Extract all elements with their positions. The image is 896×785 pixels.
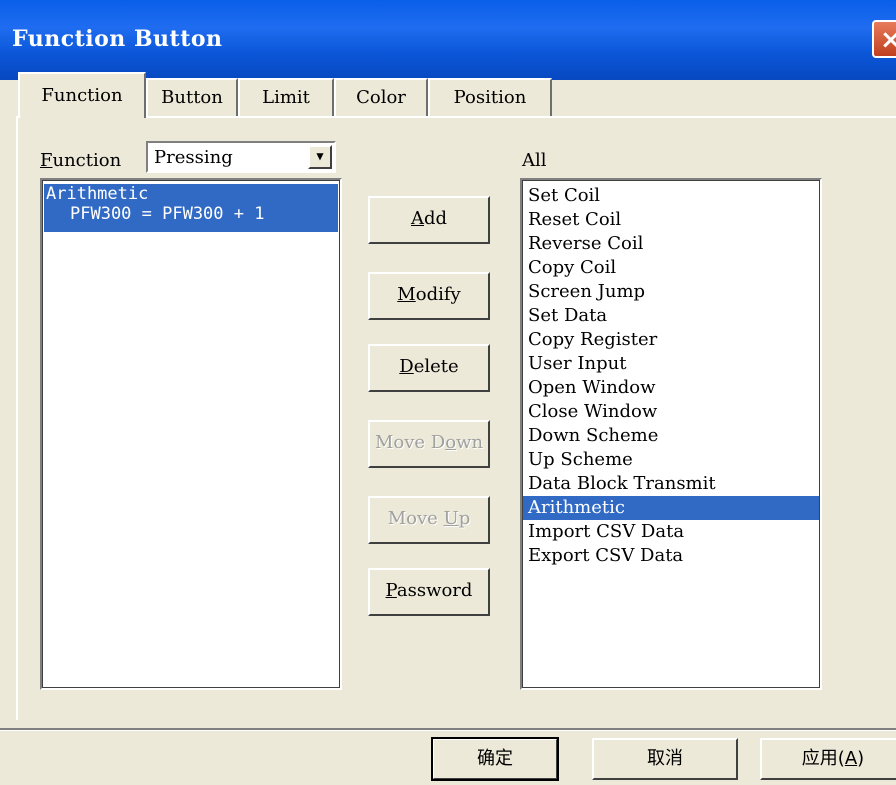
move-up-button[interactable]: Move Up — [368, 496, 490, 544]
move-down-button[interactable]: Move Down — [368, 420, 490, 468]
function-select[interactable]: Pressing ▼ — [146, 141, 336, 173]
all-functions-list[interactable]: Set Coil Reset Coil Reverse Coil Copy Coil S… — [520, 178, 822, 690]
all-list-item[interactable]: Down Scheme — [522, 424, 820, 448]
all-list-item[interactable]: Set Data — [522, 304, 820, 328]
all-list-item[interactable]: Copy Coil — [522, 256, 820, 280]
all-list-item[interactable]: Arithmetic — [522, 496, 820, 520]
function-list-item[interactable]: Arithmetic PFW300 = PFW300 + 1 — [44, 184, 338, 232]
all-list-item[interactable]: Open Window — [522, 376, 820, 400]
function-select-value: Pressing — [154, 147, 233, 168]
ok-button[interactable]: 确定 — [431, 737, 559, 781]
all-list-item[interactable]: Screen Jump — [522, 280, 820, 304]
function-list[interactable]: Arithmetic PFW300 = PFW300 + 1 — [40, 178, 342, 690]
window-title: Function Button — [12, 26, 223, 52]
delete-button[interactable]: Delete — [368, 344, 490, 392]
password-button[interactable]: Password — [368, 568, 490, 616]
modify-button[interactable]: Modify — [368, 272, 490, 320]
all-list-item[interactable]: User Input — [522, 352, 820, 376]
all-list-item[interactable]: Import CSV Data — [522, 520, 820, 544]
all-list-item[interactable]: Reverse Coil — [522, 232, 820, 256]
all-list-item[interactable]: Close Window — [522, 400, 820, 424]
tab-position[interactable]: Position — [428, 78, 552, 116]
all-label: All — [522, 150, 547, 171]
chevron-down-icon[interactable]: ▼ — [308, 145, 332, 169]
tab-color[interactable]: Color — [334, 78, 428, 116]
all-list-item[interactable]: Reset Coil — [522, 208, 820, 232]
cancel-button[interactable]: 取消 — [592, 738, 738, 780]
tab-button[interactable]: Button — [146, 78, 238, 116]
tab-limit[interactable]: Limit — [238, 78, 334, 116]
all-list-item[interactable]: Export CSV Data — [522, 544, 820, 568]
footer-separator — [0, 728, 896, 731]
add-button[interactable]: Add — [368, 196, 490, 244]
title-bar[interactable]: Function Button × — [0, 0, 896, 80]
close-button[interactable]: × — [872, 20, 896, 58]
apply-button[interactable]: 应用(A) — [760, 738, 896, 780]
tab-function[interactable]: Function — [18, 72, 146, 118]
all-list-item[interactable]: Data Block Transmit — [522, 472, 820, 496]
function-label: Function — [40, 150, 122, 171]
all-list-item[interactable]: Up Scheme — [522, 448, 820, 472]
all-list-item[interactable]: Set Coil — [522, 184, 820, 208]
all-list-item[interactable]: Copy Register — [522, 328, 820, 352]
